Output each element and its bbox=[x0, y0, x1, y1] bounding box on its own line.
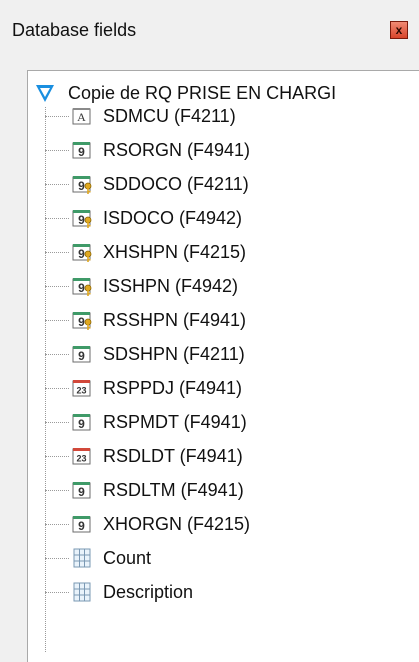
tree-field-item[interactable]: 9 XHORGN (F4215) bbox=[45, 511, 250, 537]
numeric-field-icon: 9 bbox=[72, 346, 91, 363]
close-icon: x bbox=[395, 23, 403, 37]
icon-glyph: 9 bbox=[78, 349, 85, 363]
tree-connector bbox=[45, 149, 69, 151]
tree-field-item[interactable]: 9 SDDOCO (F4211) bbox=[45, 171, 249, 197]
formula-field-icon bbox=[73, 582, 91, 602]
database-fields-tree[interactable]: Copie de RQ PRISE EN CHARGI A SDMCU (F421… bbox=[27, 70, 419, 662]
panel-title-bar: Database fields x bbox=[0, 0, 419, 58]
icon-glyph: 9 bbox=[78, 145, 85, 159]
tree-field-item[interactable]: 9 RSSHPN (F4941) bbox=[45, 307, 246, 333]
tree-connector bbox=[45, 421, 69, 423]
field-label: RSPPDJ (F4941) bbox=[103, 377, 243, 398]
numeric-field-icon: 9 bbox=[72, 414, 91, 431]
query-funnel-icon bbox=[36, 85, 54, 102]
field-label: XHSHPN (F4215) bbox=[103, 241, 247, 262]
icon-glyph: 9 bbox=[78, 417, 85, 431]
icon-glyph: 9 bbox=[78, 213, 85, 227]
field-label: RSPMDT (F4941) bbox=[103, 411, 247, 432]
tree-field-item[interactable]: 9 ISDOCO (F4942) bbox=[45, 205, 242, 231]
close-button[interactable]: x bbox=[390, 21, 408, 39]
tree-field-item[interactable]: 23 RSPPDJ (F4941) bbox=[45, 375, 242, 401]
tree-connector bbox=[45, 251, 69, 253]
tree-connector bbox=[45, 285, 69, 287]
field-label: RSDLTM (F4941) bbox=[103, 479, 244, 500]
tree-connector bbox=[45, 591, 69, 593]
tree-root-label: Copie de RQ PRISE EN CHARGI bbox=[68, 82, 337, 103]
tree-connector bbox=[45, 387, 69, 389]
numeric-key-field-icon: 9 bbox=[72, 210, 92, 228]
numeric-field-icon: 9 bbox=[72, 482, 91, 499]
tree-field-item[interactable]: 9 RSDLTM (F4941) bbox=[45, 477, 244, 503]
numeric-key-field-icon: 9 bbox=[72, 278, 92, 296]
icon-glyph: 9 bbox=[78, 281, 85, 295]
tree-connector bbox=[45, 319, 69, 321]
numeric-field-icon: 9 bbox=[72, 516, 91, 533]
icon-glyph: 9 bbox=[78, 519, 85, 533]
tree-field-item[interactable]: 9 RSPMDT (F4941) bbox=[45, 409, 247, 435]
field-label: SDDOCO (F4211) bbox=[103, 173, 249, 194]
tree-field-item[interactable]: 9 RSORGN (F4941) bbox=[45, 137, 250, 163]
icon-glyph: 9 bbox=[78, 247, 85, 261]
icon-glyph: 9 bbox=[78, 315, 85, 329]
tree-connector bbox=[45, 217, 69, 219]
field-label: XHORGN (F4215) bbox=[103, 513, 251, 534]
icon-glyph: 23 bbox=[76, 454, 86, 464]
tree-connector bbox=[45, 489, 69, 491]
tree-connector bbox=[45, 455, 69, 457]
tree-connector bbox=[45, 183, 69, 185]
field-label: SDSHPN (F4211) bbox=[103, 343, 245, 364]
tree-connector bbox=[45, 353, 69, 355]
date-field-icon: 23 bbox=[72, 448, 91, 465]
field-label: RSORGN (F4941) bbox=[103, 139, 251, 160]
formula-field-icon bbox=[73, 548, 91, 568]
tree-field-item[interactable]: 9 SDSHPN (F4211) bbox=[45, 341, 245, 367]
field-label: RSSHPN (F4941) bbox=[103, 309, 247, 330]
tree-field-item[interactable]: 9 ISSHPN (F4942) bbox=[45, 273, 238, 299]
numeric-key-field-icon: 9 bbox=[72, 176, 92, 194]
field-label: Description bbox=[103, 581, 194, 602]
numeric-key-field-icon: 9 bbox=[72, 244, 92, 262]
field-label: Count bbox=[103, 547, 152, 568]
tree-connector bbox=[45, 115, 69, 117]
panel-title: Database fields bbox=[12, 20, 137, 40]
tree-field-item[interactable]: 9 XHSHPN (F4215) bbox=[45, 239, 246, 265]
tree-connector bbox=[45, 557, 69, 559]
field-label: ISDOCO (F4942) bbox=[103, 207, 243, 228]
icon-glyph: 9 bbox=[78, 179, 85, 193]
field-label: RSDLDT (F4941) bbox=[103, 445, 243, 466]
tree-connector bbox=[45, 523, 69, 525]
tree-field-item[interactable]: Count bbox=[45, 545, 151, 571]
numeric-key-field-icon: 9 bbox=[72, 312, 92, 330]
icon-glyph: A bbox=[77, 110, 86, 124]
field-label: ISSHPN (F4942) bbox=[103, 275, 239, 296]
icon-glyph: 9 bbox=[78, 485, 85, 499]
tree-field-item[interactable]: Description bbox=[45, 579, 193, 605]
tree-field-item[interactable]: A SDMCU (F4211) bbox=[45, 103, 236, 129]
tree-field-item[interactable]: 23 RSDLDT (F4941) bbox=[45, 443, 243, 469]
text-field-icon: A bbox=[72, 108, 91, 125]
icon-glyph: 23 bbox=[76, 386, 86, 396]
numeric-field-icon: 9 bbox=[72, 142, 91, 159]
field-label: SDMCU (F4211) bbox=[103, 105, 236, 126]
date-field-icon: 23 bbox=[72, 380, 91, 397]
